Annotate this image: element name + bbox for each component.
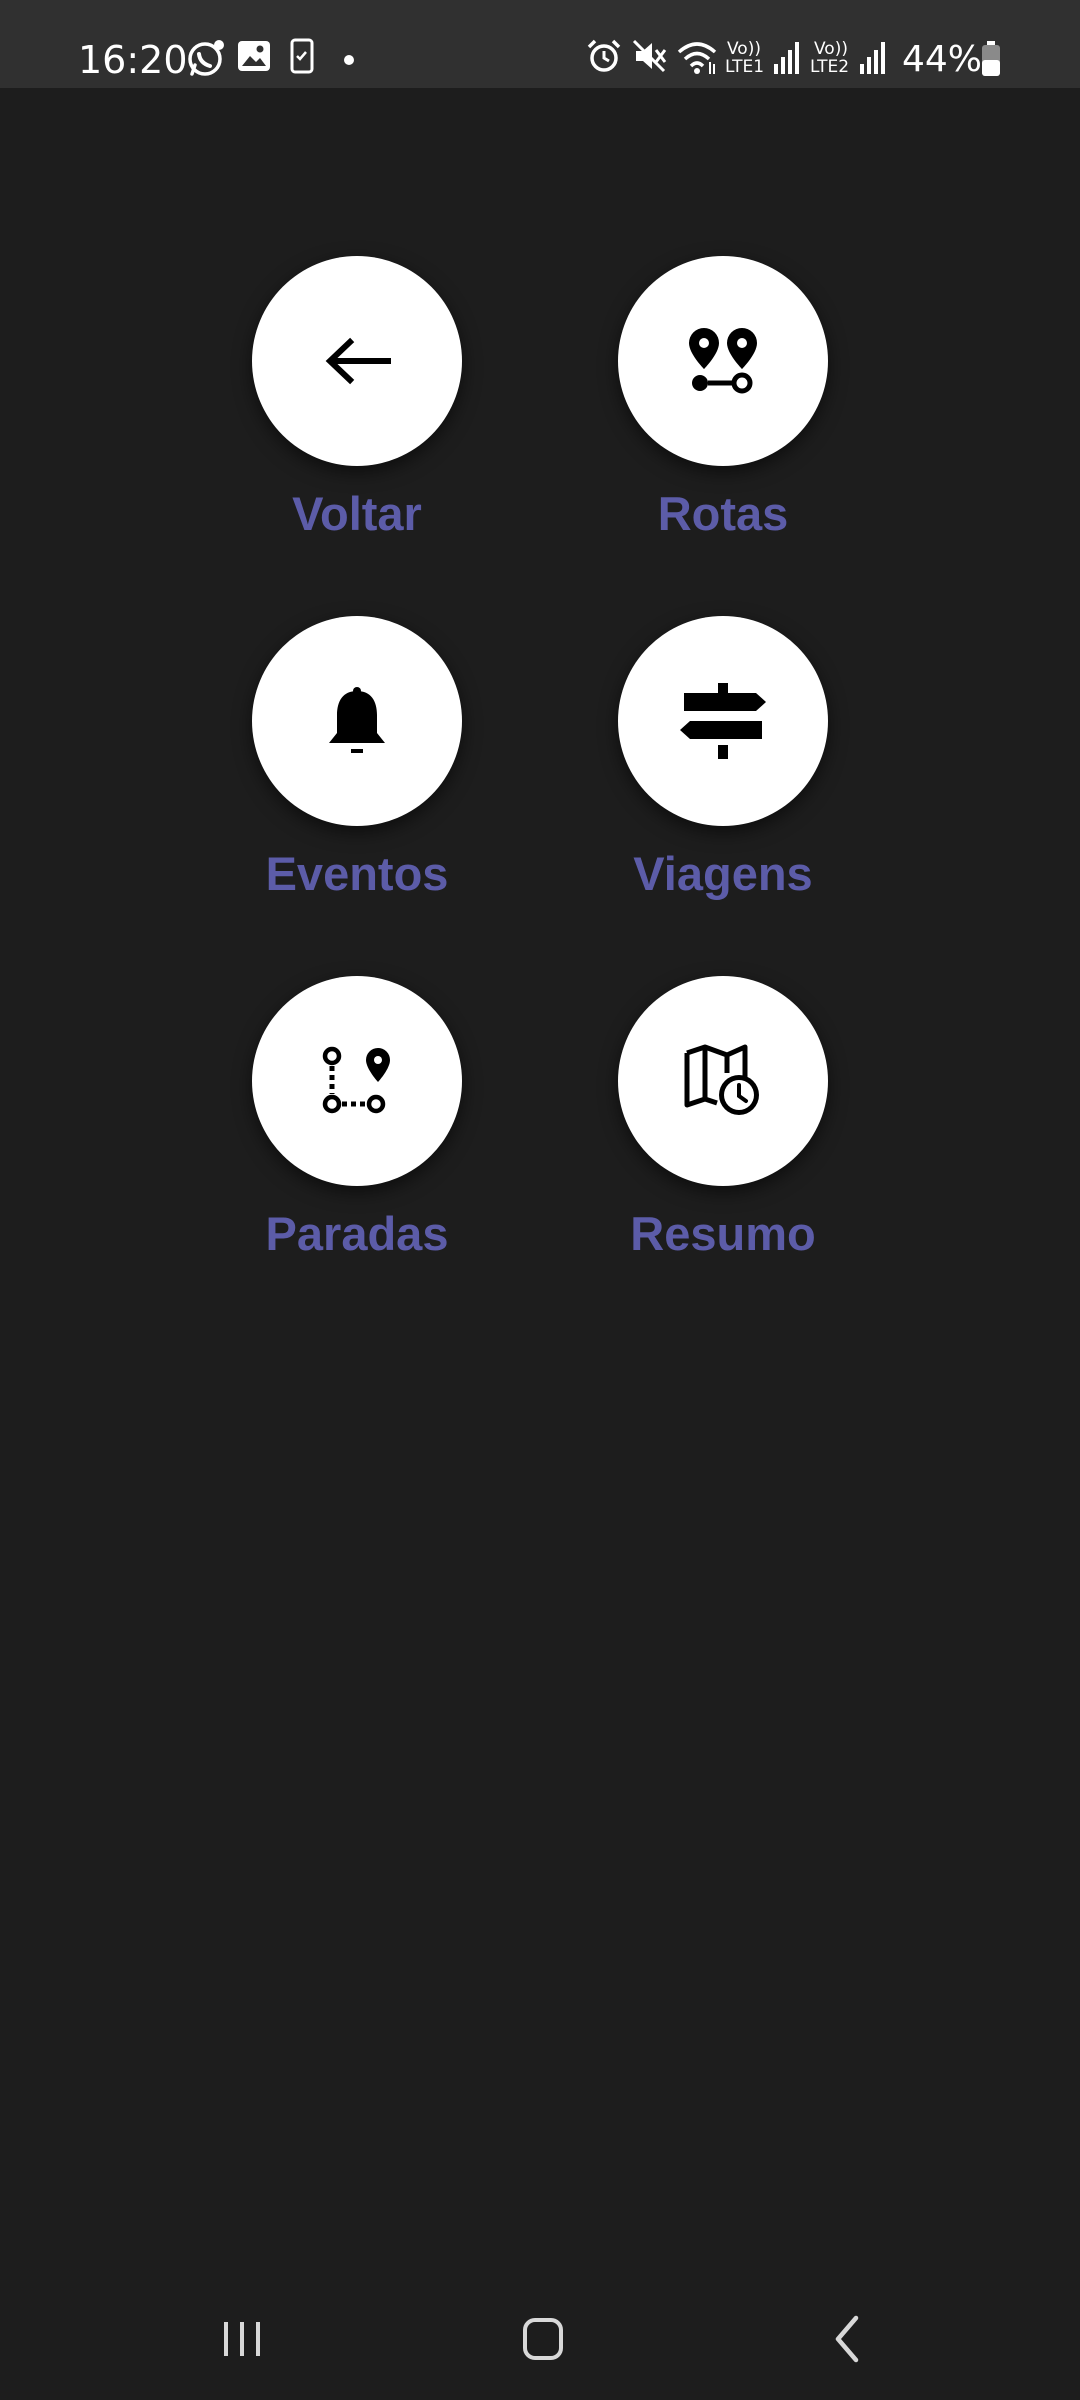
map-clock-icon	[683, 1043, 763, 1119]
viagens-button[interactable]	[618, 616, 828, 826]
menu-item-paradas[interactable]: Paradas	[207, 976, 507, 1296]
mute-icon	[632, 38, 668, 82]
lte2-label-top: Vo))	[814, 39, 848, 59]
menu-item-eventos[interactable]: Eventos	[207, 616, 507, 936]
paradas-button[interactable]	[252, 976, 462, 1186]
gallery-icon	[236, 38, 272, 82]
stops-route-icon	[320, 1046, 394, 1116]
recent-apps-icon[interactable]	[202, 2310, 282, 2370]
menu-label-paradas: Paradas	[265, 1207, 449, 1260]
navigation-bar	[0, 2270, 1080, 2400]
dot-icon	[343, 54, 355, 98]
status-time: 16:20	[78, 38, 188, 82]
battery-icon	[980, 40, 1002, 84]
menu-item-voltar[interactable]: Voltar	[207, 256, 507, 576]
menu-item-rotas[interactable]: Rotas	[573, 256, 873, 576]
phone-check-icon	[290, 38, 314, 82]
lte1-label-top: Vo))	[727, 39, 761, 59]
status-bar: 16:20 Vo)) LTE1 Vo)) LTE2 44%	[0, 0, 1080, 88]
rotas-button[interactable]	[618, 256, 828, 466]
lte1-label-bottom: LTE1	[725, 57, 765, 77]
menu-label-viagens: Viagens	[633, 847, 813, 900]
menu-label-rotas: Rotas	[657, 487, 789, 540]
home-icon[interactable]	[503, 2310, 583, 2370]
arrow-left-icon	[322, 336, 392, 386]
menu-label-voltar: Voltar	[292, 487, 422, 540]
signal-lte2-icon	[858, 38, 888, 82]
wifi-icon	[676, 38, 718, 82]
back-icon[interactable]	[808, 2310, 888, 2370]
voltar-button[interactable]	[252, 256, 462, 466]
menu-item-viagens[interactable]: Viagens	[573, 616, 873, 936]
bell-icon	[322, 685, 392, 757]
menu-label-resumo: Resumo	[630, 1207, 816, 1260]
route-pins-icon	[686, 326, 760, 396]
alarm-icon	[586, 38, 622, 82]
battery-percent: 44%	[902, 39, 983, 80]
eventos-button[interactable]	[252, 616, 462, 826]
menu-label-eventos: Eventos	[265, 847, 449, 900]
lte2-label-bottom: LTE2	[810, 57, 850, 77]
resumo-button[interactable]	[618, 976, 828, 1186]
whatsapp-icon	[186, 38, 226, 82]
signpost-icon	[678, 681, 768, 761]
menu-item-resumo[interactable]: Resumo	[573, 976, 873, 1296]
signal-lte1-icon	[772, 38, 802, 82]
